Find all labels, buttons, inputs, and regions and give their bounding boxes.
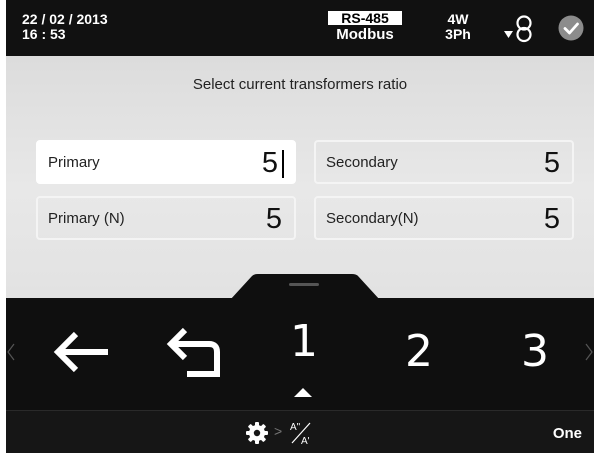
- secondary-n-label: Secondary(N): [326, 210, 419, 227]
- svg-text:A": A": [290, 422, 301, 433]
- keypad: 1 2 3: [6, 298, 594, 410]
- primary-n-value: 5: [265, 203, 282, 235]
- chevron-right-icon[interactable]: [584, 342, 594, 362]
- secondary-n-value: 5: [543, 203, 560, 235]
- key-1[interactable]: 1: [264, 302, 344, 382]
- secondary-label: Secondary: [326, 154, 398, 171]
- chevron-left-icon[interactable]: [6, 342, 16, 362]
- check-circle-icon[interactable]: [558, 15, 584, 41]
- time-text: 16 : 53: [22, 26, 66, 42]
- primary-label: Primary: [48, 154, 100, 171]
- keypad-grip-icon[interactable]: [289, 283, 319, 286]
- secondary-field[interactable]: Secondary 5: [314, 140, 574, 184]
- keypad-pull-tab[interactable]: [230, 274, 380, 300]
- ct-ratio-form: Select current transformers ratio Primar…: [6, 56, 594, 298]
- ratio-icon[interactable]: A" A': [286, 419, 316, 447]
- selection-caret-icon: [294, 388, 312, 397]
- primary-field[interactable]: Primary 5: [36, 140, 296, 184]
- primary-n-label: Primary (N): [48, 210, 125, 227]
- return-icon[interactable]: [161, 312, 233, 392]
- key-3[interactable]: 3: [495, 312, 575, 392]
- mode-label[interactable]: One: [553, 425, 582, 442]
- date-text: 22 / 02 / 2013: [22, 11, 108, 27]
- text-caret: [282, 150, 284, 178]
- protocol-label: RS-485: [328, 11, 402, 25]
- secondary-value: 5: [543, 147, 560, 179]
- instruction-text: Select current transformers ratio: [192, 76, 408, 93]
- protocol-indicator: RS-485 Modbus: [323, 11, 407, 43]
- backspace-arrow-icon[interactable]: [46, 312, 118, 392]
- phases-label: 3Ph: [445, 26, 471, 42]
- primary-value: 5: [261, 147, 278, 179]
- secondary-n-field[interactable]: Secondary(N) 5: [314, 196, 574, 240]
- device-screen: 22 / 02 / 2013 16 : 53 RS-485 Modbus 4W …: [6, 0, 594, 453]
- status-bar: 22 / 02 / 2013 16 : 53 RS-485 Modbus 4W …: [6, 0, 594, 56]
- breadcrumb-separator: >: [274, 423, 283, 439]
- svg-text:A': A': [301, 436, 310, 447]
- current-transformer-icon[interactable]: [502, 14, 538, 44]
- gear-icon[interactable]: [246, 422, 268, 444]
- bottom-bar: > A" A' One: [6, 410, 594, 453]
- protocol-mode-label: Modbus: [336, 26, 394, 43]
- key-2[interactable]: 2: [379, 312, 459, 392]
- primary-n-field[interactable]: Primary (N) 5: [36, 196, 296, 240]
- wires-label: 4W: [447, 11, 469, 27]
